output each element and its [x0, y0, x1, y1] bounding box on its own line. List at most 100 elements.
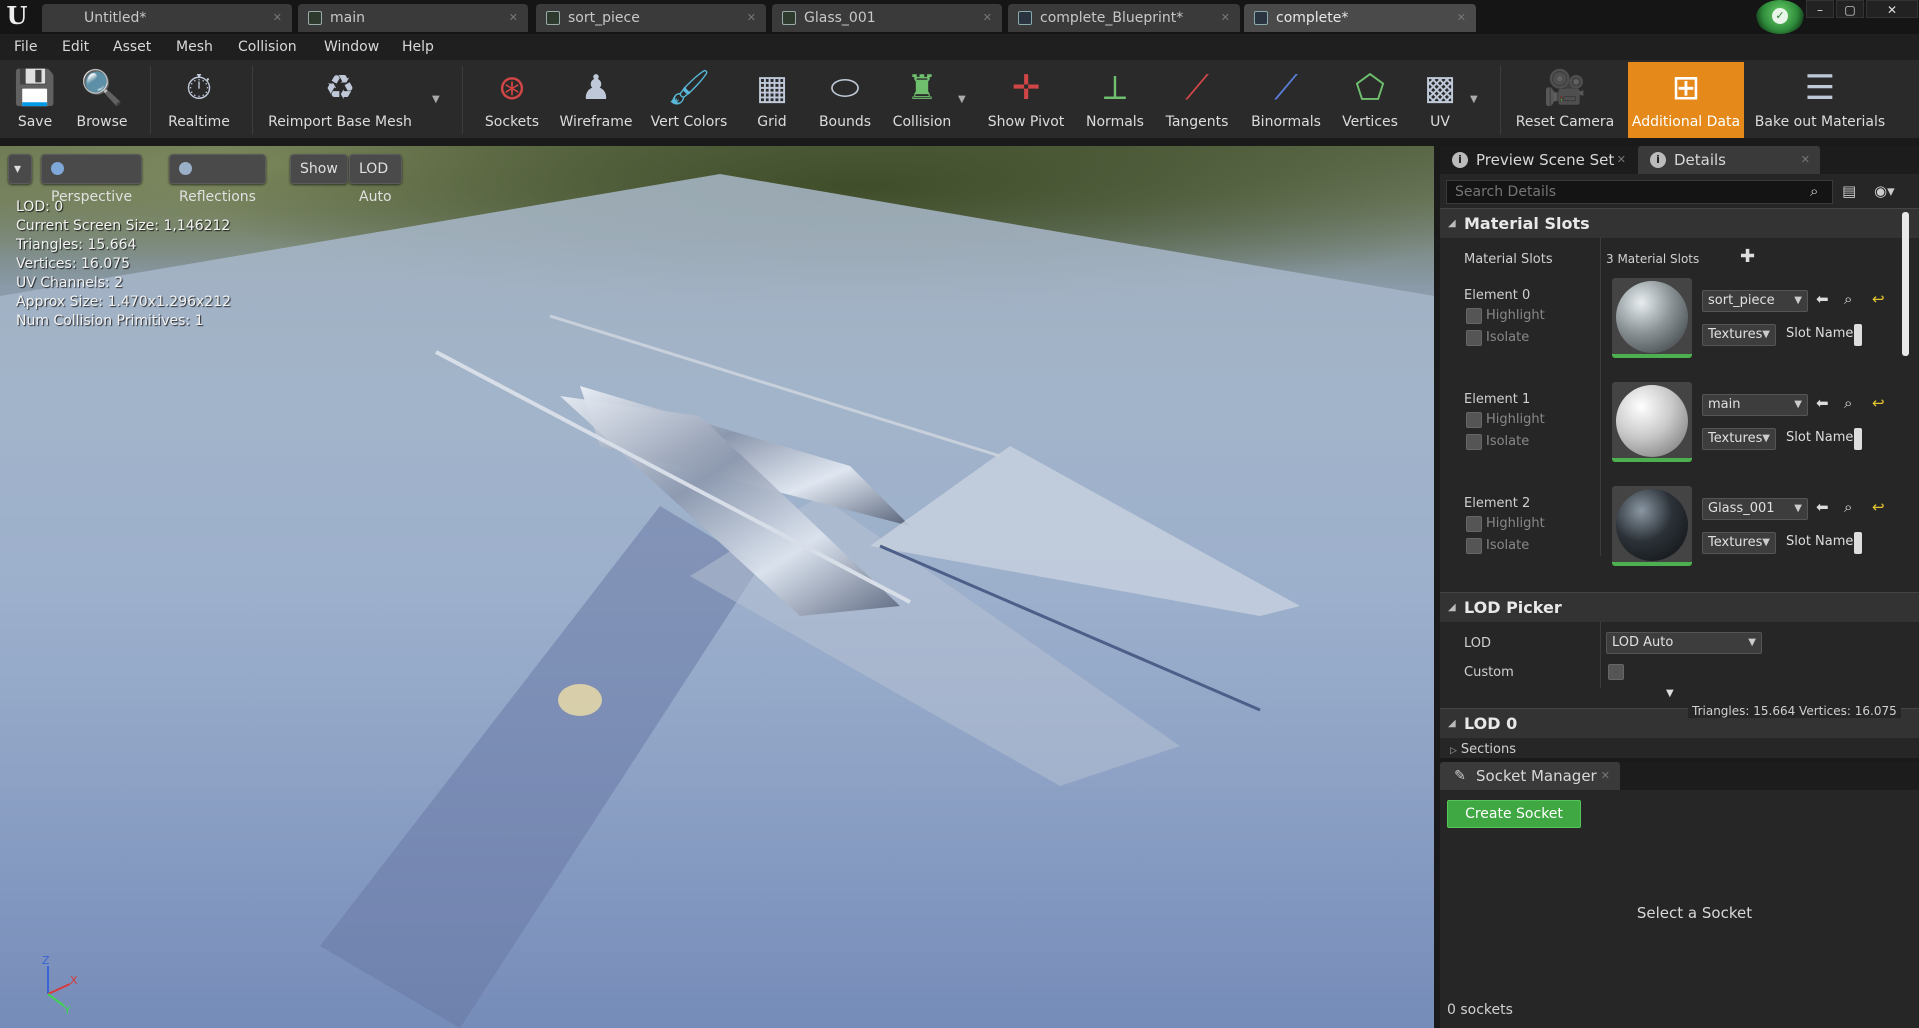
close-icon[interactable]: ✕: [983, 4, 992, 32]
realtime-button[interactable]: ⏱ Realtime: [160, 62, 238, 138]
highlight-checkbox[interactable]: [1466, 308, 1482, 324]
grid-button[interactable]: ▦ Grid: [742, 62, 802, 138]
collision-button[interactable]: ♜ Collision: [886, 62, 958, 138]
close-window-button[interactable]: ✕: [1866, 0, 1918, 18]
sections-row[interactable]: ▷ Sections: [1450, 742, 1516, 757]
restore-button[interactable]: ▢: [1836, 0, 1864, 18]
material-combo[interactable]: Glass_001 ▼: [1702, 498, 1808, 520]
reset-arrow-icon[interactable]: ↩: [1872, 394, 1885, 412]
isolate-checkbox[interactable]: [1466, 330, 1482, 346]
binormals-button[interactable]: ⟋ Binormals: [1244, 62, 1328, 138]
tab-untitled[interactable]: Untitled* ✕: [42, 4, 292, 32]
menu-file[interactable]: File: [4, 34, 47, 60]
close-icon[interactable]: ✕: [1617, 146, 1626, 174]
uv-button[interactable]: ▩ UV: [1412, 62, 1468, 138]
material-thumbnail[interactable]: [1612, 278, 1692, 358]
create-socket-button[interactable]: Create Socket: [1447, 800, 1581, 828]
chevron-down-icon[interactable]: ▼: [1470, 94, 1478, 105]
menu-mesh[interactable]: Mesh: [166, 34, 223, 60]
property-matrix-icon[interactable]: ▤: [1842, 182, 1856, 200]
menu-window[interactable]: Window: [314, 34, 389, 60]
unreal-logo-icon[interactable]: U: [4, 3, 30, 29]
slot-name-input[interactable]: [1854, 532, 1862, 554]
sockets-button[interactable]: ⊛ Sockets: [478, 62, 546, 138]
bounds-button[interactable]: ⬭ Bounds: [812, 62, 878, 138]
material-thumbnail[interactable]: [1612, 486, 1692, 566]
tab-preview-scene-set[interactable]: i Preview Scene Set ✕: [1440, 146, 1636, 174]
perspective-button[interactable]: Perspective: [41, 154, 143, 205]
tab-details[interactable]: i Details ✕: [1638, 146, 1820, 174]
close-icon[interactable]: ✕: [273, 4, 282, 32]
tab-main[interactable]: main ✕: [298, 4, 528, 32]
close-icon[interactable]: ✕: [1457, 4, 1466, 32]
reset-arrow-icon[interactable]: ↩: [1872, 498, 1885, 516]
isolate-checkbox[interactable]: [1466, 434, 1482, 450]
vertices-button[interactable]: ⬠ Vertices: [1336, 62, 1404, 138]
isolate-checkbox[interactable]: [1466, 538, 1482, 554]
chevron-down-icon[interactable]: ▼: [958, 94, 966, 105]
tab-glass-001[interactable]: Glass_001 ✕: [772, 4, 1002, 32]
tab-sort-piece[interactable]: sort_piece ✕: [536, 4, 766, 32]
expand-advanced-icon[interactable]: ▼: [1666, 688, 1674, 699]
search-details-input[interactable]: [1446, 180, 1833, 204]
material-thumbnail[interactable]: [1612, 382, 1692, 462]
textures-combo[interactable]: Textures ▼: [1702, 324, 1776, 346]
menu-help[interactable]: Help: [392, 34, 444, 60]
close-icon[interactable]: ✕: [1601, 762, 1610, 790]
lod-auto-button[interactable]: LOD Auto: [349, 154, 402, 205]
lod-picker-header[interactable]: ◢ LOD Picker: [1440, 592, 1919, 622]
chevron-down-icon: ▼: [1762, 537, 1770, 548]
wireframe-button[interactable]: ♟ Wireframe: [556, 62, 636, 138]
show-pivot-button[interactable]: ✛ Show Pivot: [980, 62, 1072, 138]
highlight-checkbox[interactable]: [1466, 516, 1482, 532]
textures-combo[interactable]: Textures ▼: [1702, 532, 1776, 554]
chevron-down-icon[interactable]: ▼: [432, 94, 440, 105]
viewport-options-dropdown[interactable]: ▾: [8, 154, 32, 184]
close-icon[interactable]: ✕: [1221, 4, 1230, 32]
normals-button[interactable]: ⟂ Normals: [1080, 62, 1150, 138]
viewport[interactable]: ▾ Perspective Reflections Show LOD Auto …: [0, 146, 1434, 1028]
source-control-icon[interactable]: ✓: [1756, 0, 1804, 34]
search-icon[interactable]: ⌕: [1810, 182, 1818, 200]
close-icon[interactable]: ✕: [509, 4, 518, 32]
use-selected-arrow-icon[interactable]: ⬅: [1816, 290, 1829, 308]
reset-arrow-icon[interactable]: ↩: [1872, 290, 1885, 308]
bake-out-materials-button[interactable]: ☰ Bake out Materials: [1752, 62, 1888, 138]
element-label: Element 0: [1464, 288, 1531, 303]
menu-collision[interactable]: Collision: [228, 34, 307, 60]
reflections-button[interactable]: Reflections: [169, 154, 266, 205]
save-button[interactable]: 💾 Save: [4, 62, 66, 138]
reset-camera-button[interactable]: 🎥 Reset Camera: [1512, 62, 1618, 138]
tab-complete[interactable]: complete* ✕: [1244, 4, 1476, 32]
material-combo[interactable]: sort_piece ▼: [1702, 290, 1808, 312]
menu-edit[interactable]: Edit: [52, 34, 99, 60]
lod-select[interactable]: LOD Auto ▼: [1606, 632, 1762, 654]
menu-asset[interactable]: Asset: [103, 34, 161, 60]
tab-socket-manager[interactable]: ✎ Socket Manager ✕: [1440, 762, 1620, 790]
additional-data-button[interactable]: ⊞ Additional Data: [1628, 62, 1744, 138]
browse-search-icon[interactable]: ⌕: [1844, 394, 1852, 412]
close-icon[interactable]: ✕: [1801, 146, 1810, 174]
tangents-button[interactable]: ⟋ Tangents: [1160, 62, 1234, 138]
browse-button[interactable]: 🔍 Browse: [70, 62, 134, 138]
browse-search-icon[interactable]: ⌕: [1844, 290, 1852, 308]
reimport-base-mesh-button[interactable]: ♻ Reimport Base Mesh: [262, 62, 418, 138]
minimize-button[interactable]: –: [1806, 0, 1834, 18]
use-selected-arrow-icon[interactable]: ⬅: [1816, 394, 1829, 412]
material-combo[interactable]: main ▼: [1702, 394, 1808, 416]
show-button[interactable]: Show: [290, 154, 348, 184]
textures-combo[interactable]: Textures ▼: [1702, 428, 1776, 450]
eye-icon[interactable]: ◉▾: [1874, 182, 1895, 200]
slot-name-input[interactable]: [1854, 428, 1862, 450]
tab-complete-blueprint[interactable]: complete_Blueprint* ✕: [1008, 4, 1240, 32]
highlight-checkbox[interactable]: [1466, 412, 1482, 428]
add-slot-icon[interactable]: ✚: [1740, 246, 1755, 267]
use-selected-arrow-icon[interactable]: ⬅: [1816, 498, 1829, 516]
browse-search-icon[interactable]: ⌕: [1844, 498, 1852, 516]
vert-colors-button[interactable]: 🖌 Vert Colors: [646, 62, 732, 138]
slot-name-input[interactable]: [1854, 324, 1862, 346]
close-icon[interactable]: ✕: [747, 4, 756, 32]
details-scrollbar[interactable]: [1902, 212, 1909, 356]
material-slots-header[interactable]: ◢ Material Slots: [1440, 208, 1919, 238]
custom-checkbox[interactable]: [1608, 664, 1624, 680]
